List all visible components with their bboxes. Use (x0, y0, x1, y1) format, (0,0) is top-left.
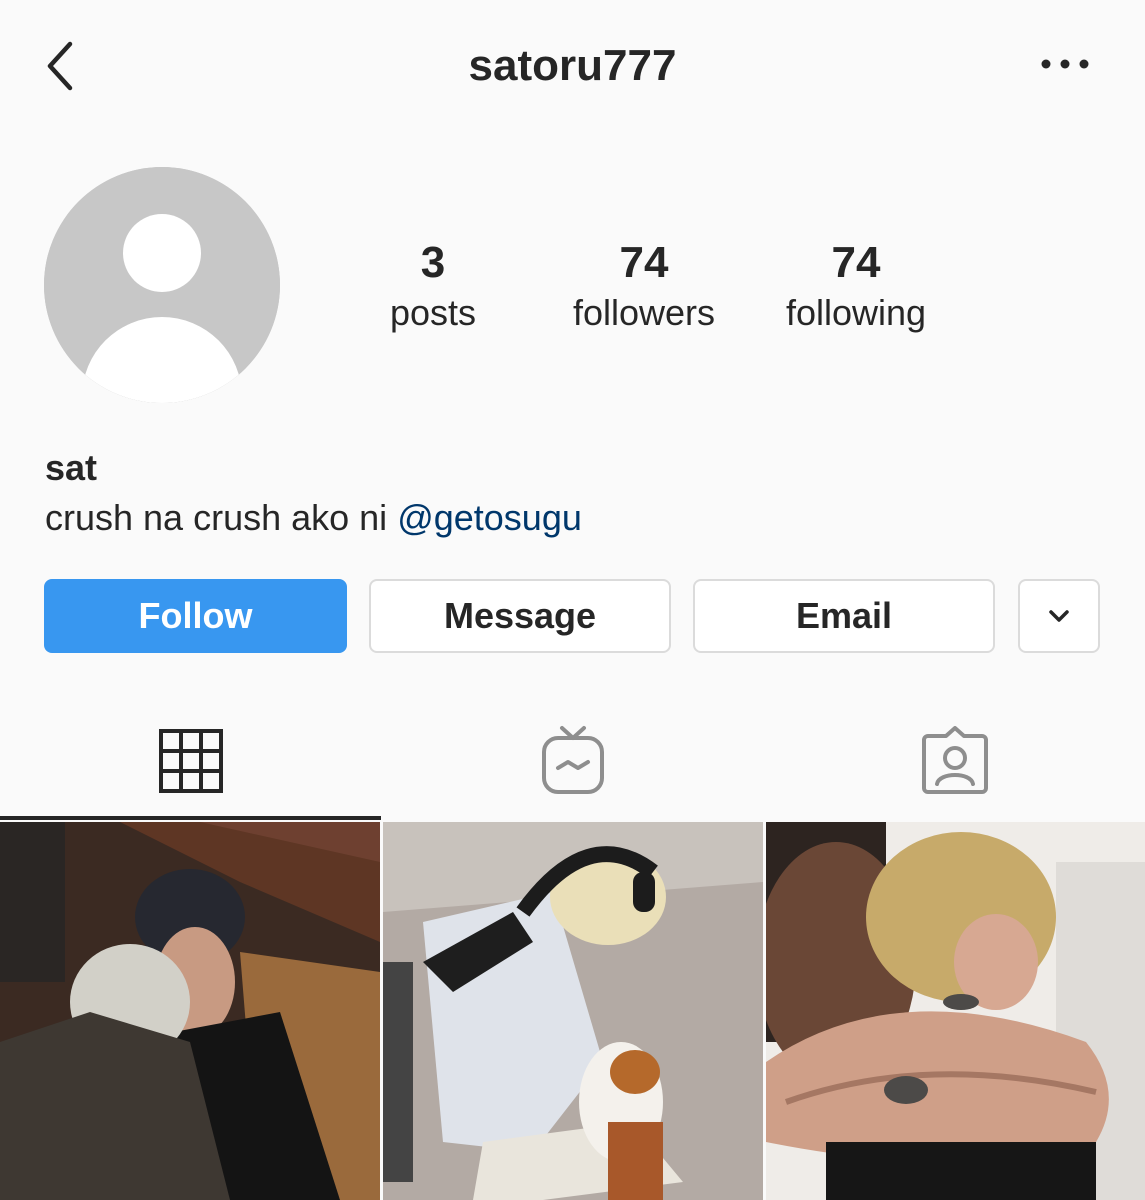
stat-posts[interactable]: 3 posts (372, 238, 494, 338)
profile-tabs (0, 700, 1145, 822)
post-image (383, 822, 763, 1200)
profile-username: satoru777 (468, 41, 677, 90)
posts-count: 3 (420, 238, 446, 287)
post-thumbnail[interactable] (383, 822, 763, 1200)
message-button[interactable]: Message (369, 579, 671, 653)
bio-text: crush na crush ako ni (45, 497, 398, 538)
bio-mention-link[interactable]: @getosugu (397, 497, 582, 538)
followers-count: 74 (619, 238, 669, 287)
email-button[interactable]: Email (693, 579, 995, 653)
post-thumbnail[interactable] (766, 822, 1145, 1200)
follow-button[interactable]: Follow (44, 579, 347, 653)
stat-followers[interactable]: 74 followers (554, 238, 734, 338)
post-image (0, 822, 380, 1200)
posts-grid (0, 822, 1145, 1200)
following-label: following (785, 292, 927, 333)
following-count: 74 (831, 238, 881, 287)
followers-label: followers (572, 292, 716, 333)
igtv-icon (541, 726, 604, 794)
profile-full-name: sat (45, 447, 98, 488)
profile-bio: crush na crush ako ni @getosugu (45, 496, 582, 540)
post-image (766, 822, 1145, 1200)
suggested-accounts-button[interactable] (1018, 579, 1100, 653)
tab-igtv[interactable] (382, 700, 763, 822)
tagged-person-icon (921, 726, 988, 794)
active-tab-indicator (0, 816, 381, 820)
tab-grid[interactable] (0, 700, 381, 822)
grid-icon (158, 729, 223, 793)
stat-following[interactable]: 74 following (766, 238, 946, 338)
default-avatar-icon (44, 167, 280, 403)
tab-tagged[interactable] (764, 700, 1145, 822)
post-thumbnail[interactable] (0, 822, 380, 1200)
top-bar: satoru777 (0, 0, 1145, 132)
chevron-down-icon (1049, 610, 1069, 622)
more-horizontal-icon[interactable] (1034, 44, 1098, 84)
posts-label: posts (389, 292, 477, 333)
avatar[interactable] (44, 167, 280, 403)
